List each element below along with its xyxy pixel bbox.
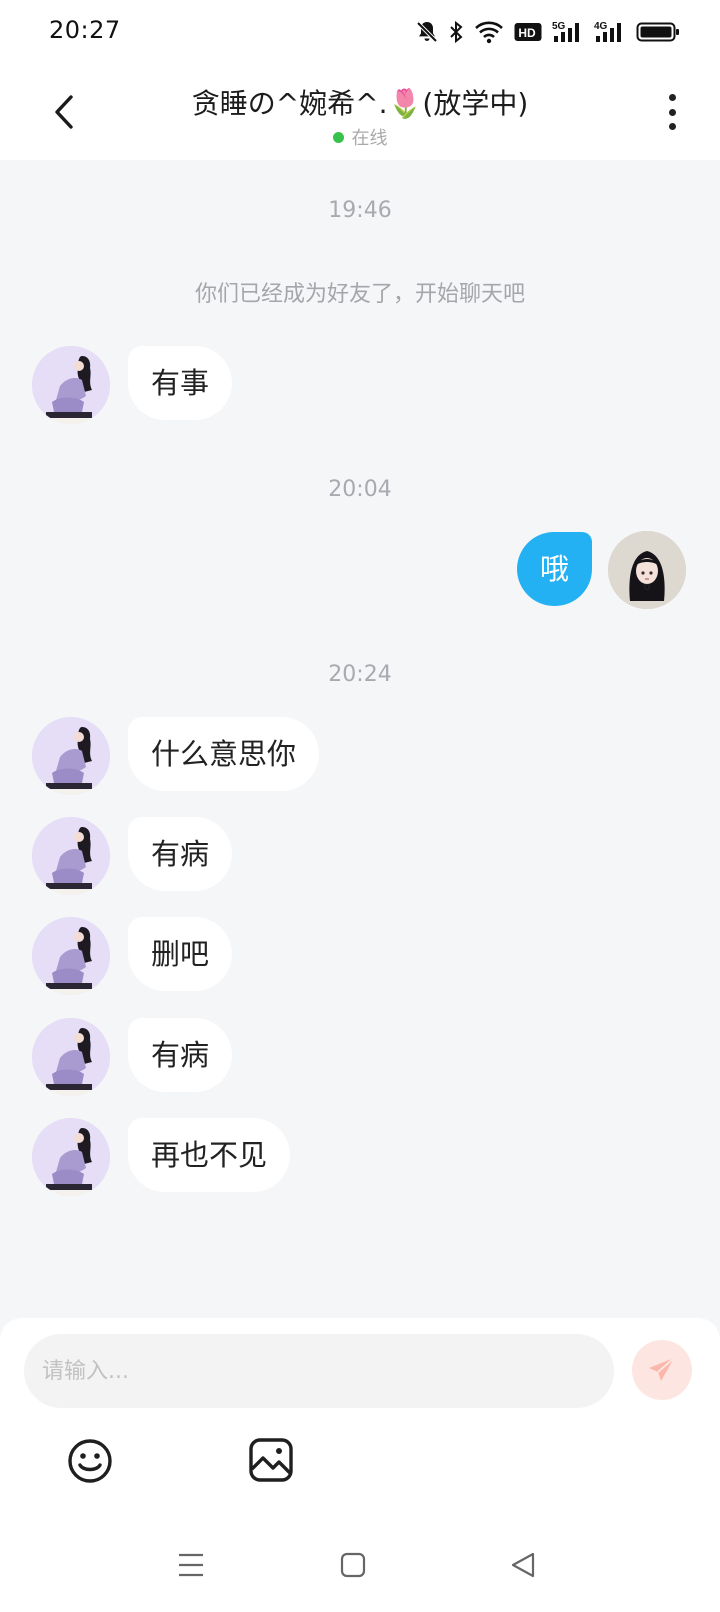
signal-4g-icon: 4G	[594, 21, 621, 42]
avatar-self[interactable]	[608, 531, 686, 609]
timestamp: 20:04	[328, 477, 392, 502]
system-notice: 你们已经成为好友了，开始聊天吧	[194, 282, 525, 307]
wifi-icon	[475, 21, 503, 44]
online-status: 在线	[0, 124, 720, 150]
message-bubble-incoming[interactable]: 有事	[128, 346, 233, 420]
hd-label: HD	[518, 26, 536, 40]
avatar-contact[interactable]	[32, 346, 110, 424]
message-bubble-outgoing[interactable]: 哦	[516, 532, 592, 606]
menu-icon	[179, 1553, 203, 1577]
hd-icon: HD	[514, 23, 542, 41]
battery-icon	[636, 22, 679, 42]
avatar-contact-image	[32, 1118, 110, 1196]
home-icon	[340, 1552, 366, 1578]
avatar-contact-image	[32, 917, 110, 995]
avatar-contact[interactable]	[32, 817, 110, 895]
message-bubble-incoming[interactable]: 有病	[128, 817, 233, 891]
smiley-icon	[68, 1439, 112, 1483]
image-button[interactable]	[248, 1437, 294, 1483]
avatar-contact-image	[32, 717, 110, 795]
online-dot-icon	[332, 132, 344, 143]
avatar-contact[interactable]	[32, 1018, 110, 1096]
avatar-contact-image	[32, 346, 110, 424]
avatar-contact-image	[32, 1018, 110, 1096]
back-nav-button[interactable]	[506, 1548, 540, 1582]
recent-apps-button[interactable]	[174, 1548, 208, 1582]
bluetooth-icon	[450, 20, 463, 44]
message-bubble-incoming[interactable]: 有病	[128, 1018, 233, 1092]
bell-muted-icon	[416, 21, 438, 43]
avatar-contact-image	[32, 817, 110, 895]
image-icon	[249, 1438, 293, 1482]
home-button[interactable]	[336, 1548, 370, 1582]
chat-messages[interactable]: 19:46 你们已经成为好友了，开始聊天吧 有事 20:04 哦 20:24 什…	[0, 160, 720, 1318]
avatar-contact[interactable]	[32, 717, 110, 795]
back-triangle-icon	[511, 1552, 535, 1578]
signal-5g-icon: 5G	[552, 21, 579, 42]
avatar-contact[interactable]	[32, 917, 110, 995]
avatar-contact[interactable]	[32, 1118, 110, 1196]
net1-label: 5G	[552, 21, 566, 32]
paper-plane-icon	[649, 1357, 675, 1381]
dot	[668, 94, 676, 101]
dot	[668, 108, 676, 116]
dot	[668, 123, 676, 130]
timestamp: 19:46	[328, 198, 392, 223]
contact-name: 贪睡の^婉希^.🌷(放学中)	[191, 87, 529, 120]
status-bar: 20:27 HD 5G 4G	[0, 0, 720, 64]
status-time: 20:27	[49, 16, 121, 44]
message-bubble-incoming[interactable]: 删吧	[128, 917, 233, 991]
send-button[interactable]	[632, 1340, 692, 1400]
system-nav-bar	[0, 1530, 720, 1612]
message-input[interactable]	[24, 1334, 614, 1408]
chat-header: 贪睡の^婉希^.🌷(放学中) 在线	[0, 64, 720, 160]
net2-label: 4G	[594, 21, 608, 32]
status-icons: HD 5G 4G	[416, 18, 680, 46]
message-bubble-incoming[interactable]: 什么意思你	[128, 717, 320, 791]
avatar-self-image	[608, 531, 686, 609]
more-options-button[interactable]	[660, 92, 684, 132]
message-bubble-incoming[interactable]: 再也不见	[128, 1118, 291, 1192]
timestamp: 20:24	[328, 662, 392, 687]
online-status-label: 在线	[351, 128, 388, 149]
emoji-button[interactable]	[66, 1437, 114, 1485]
